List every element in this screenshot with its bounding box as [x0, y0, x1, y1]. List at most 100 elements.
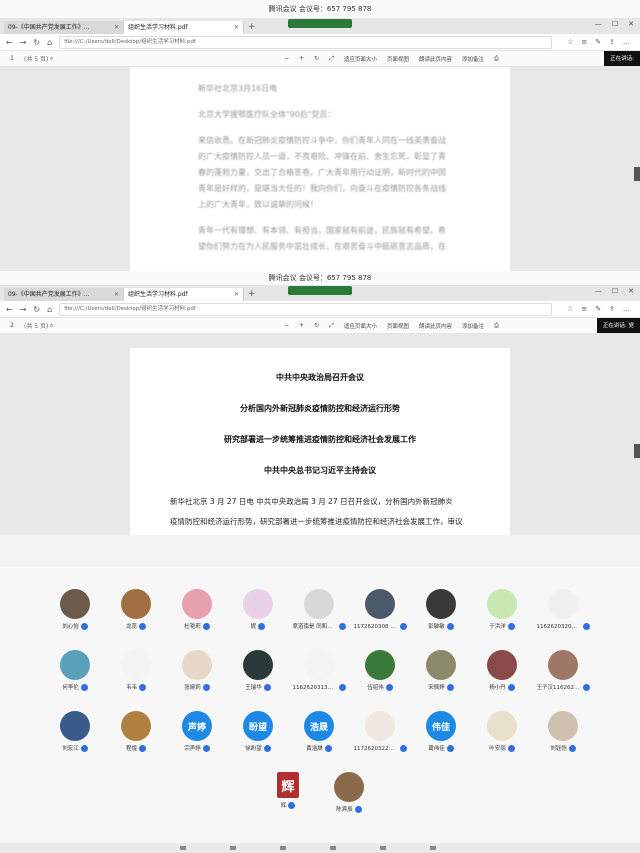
toolbar-icon[interactable] [430, 846, 436, 850]
participant-tile[interactable]: 龙蕊 [106, 589, 166, 630]
participant-tile[interactable]: 刘钰恺 [533, 711, 593, 752]
participant-name-row: 妮 [228, 622, 288, 630]
participant-tile[interactable]: 1172620322杨晶 [350, 711, 410, 752]
zoom-out-icon[interactable]: − [284, 322, 289, 329]
participant-tile[interactable]: 声婷 宗声婷 [167, 711, 227, 752]
maximize-icon[interactable]: ☐ [612, 287, 618, 295]
participant-tile[interactable]: 何李伦 [45, 650, 105, 691]
fit-icon[interactable]: ⤢ [329, 55, 334, 63]
search-icon[interactable]: ⌕ [50, 322, 53, 330]
pdf-viewer[interactable]: 新华社北京3月16日电 北京大学援鄂医疗队全体"90后"党员： 来信收悉。在新冠… [0, 67, 640, 271]
rotate-icon[interactable]: ↻ [314, 322, 319, 329]
participant-tile[interactable]: 伟佳 葛伟佳 [411, 711, 471, 752]
toolbar-icon[interactable] [380, 846, 386, 850]
url-input[interactable]: file:///C:/Users/dell/Desktop/组织生活学习材料.p… [59, 35, 553, 49]
collections-icon[interactable]: ≡ [581, 38, 587, 46]
page-number-input[interactable]: 1 [0, 55, 24, 62]
toolbar-icon[interactable] [330, 846, 336, 850]
more-icon[interactable]: … [623, 38, 630, 46]
toolbar-icon[interactable] [230, 846, 236, 850]
tab-1[interactable]: 09-《中国共产党发展工作》... ✕ [4, 288, 124, 301]
participant-tile[interactable]: 席道南是 同和力... [289, 589, 349, 630]
participant-tile[interactable]: 韦韦 [106, 650, 166, 691]
read-aloud-button[interactable]: 朗读此页内容 [419, 55, 452, 63]
close-icon[interactable]: ✕ [114, 288, 119, 301]
pdf-viewer[interactable]: 中共中央政治局召开会议 分析国内外新冠肺炎疫情防控和经济运行形势 研究部署进一步… [0, 334, 640, 535]
scrollbar-thumb[interactable] [634, 167, 640, 181]
participant-tile[interactable]: 刘心怡 [45, 589, 105, 630]
favorite-icon[interactable]: ☆ [567, 38, 573, 46]
pen-icon[interactable]: ✎ [595, 38, 601, 46]
minimize-icon[interactable]: — [595, 287, 602, 295]
participant-tile[interactable]: 宋佩婷 [411, 650, 471, 691]
participant-tile[interactable]: 张婉莉 [167, 650, 227, 691]
close-icon[interactable]: ✕ [234, 21, 239, 34]
home-icon[interactable]: ⌂ [47, 38, 52, 47]
participant-tile[interactable]: 伍绍伟 [350, 650, 410, 691]
participant-tile[interactable]: 浩晟 黄浩晟 [289, 711, 349, 752]
page-view-button[interactable]: 页面视图 [387, 322, 409, 330]
participant-tile[interactable]: 程煌 [106, 711, 166, 752]
participant-tile[interactable]: 1162620313孔... [289, 650, 349, 691]
new-tab-button[interactable]: + [248, 288, 256, 301]
back-icon[interactable]: ← [6, 38, 13, 47]
tab-2[interactable]: 组织生活学习材料.pdf ✕ [124, 288, 244, 301]
avatar [182, 650, 212, 680]
home-icon[interactable]: ⌂ [47, 305, 52, 314]
refresh-icon[interactable]: ↻ [33, 305, 40, 314]
participant-name: 妮 [250, 624, 257, 630]
close-window-icon[interactable]: ✕ [628, 20, 634, 28]
add-note-button[interactable]: 添加备注 [462, 55, 484, 63]
tab-2[interactable]: 组织生活学习材料.pdf ✕ [124, 21, 244, 34]
participant-tile[interactable]: 妮 [228, 589, 288, 630]
zoom-in-icon[interactable]: + [299, 322, 304, 329]
participant-tile[interactable]: 盼望 徐盼望 [228, 711, 288, 752]
forward-icon[interactable]: → [20, 305, 27, 314]
forward-icon[interactable]: → [20, 38, 27, 47]
participant-tile[interactable]: 陈宾辰 [319, 772, 379, 813]
scrollbar-thumb[interactable] [634, 444, 640, 458]
toolbar-icon[interactable] [180, 846, 186, 850]
page-view-button[interactable]: 页面视图 [387, 55, 409, 63]
new-tab-button[interactable]: + [248, 21, 256, 34]
participant-tile[interactable]: 1162620320南... [533, 589, 593, 630]
close-window-icon[interactable]: ✕ [628, 287, 634, 295]
participant-tile[interactable]: 刘宏江 [45, 711, 105, 752]
close-icon[interactable]: ✕ [114, 21, 119, 34]
participant-tile[interactable]: 王瑞华 [228, 650, 288, 691]
search-icon[interactable]: ⌕ [50, 55, 53, 63]
rotate-icon[interactable]: ↻ [314, 55, 319, 62]
participant-tile[interactable]: 辉辉 [258, 772, 318, 809]
fit-page-button[interactable]: 适应页面大小 [344, 55, 377, 63]
minimize-icon[interactable]: — [595, 20, 602, 28]
pen-icon[interactable]: ✎ [595, 305, 601, 313]
read-aloud-button[interactable]: 朗读此页内容 [419, 322, 452, 330]
toolbar-icon[interactable] [280, 846, 286, 850]
share-icon[interactable]: ⇪ [609, 38, 615, 46]
url-input[interactable]: file:///C:/Users/dell/Desktop/组织生活学习材料.p… [59, 302, 553, 316]
back-icon[interactable]: ← [6, 305, 13, 314]
share-icon[interactable]: ⇪ [609, 305, 615, 313]
participant-tile[interactable]: 1172620308 杨... [350, 589, 410, 630]
participant-tile[interactable]: 彭敏敏 [411, 589, 471, 630]
print-icon[interactable]: ⎙ [494, 55, 499, 63]
print-icon[interactable]: ⎙ [494, 322, 499, 330]
favorite-icon[interactable]: ☆ [567, 305, 573, 313]
add-note-button[interactable]: 添加备注 [462, 322, 484, 330]
close-icon[interactable]: ✕ [234, 288, 239, 301]
more-icon[interactable]: … [623, 305, 630, 313]
participant-tile[interactable]: 于洪洋 [472, 589, 532, 630]
participant-tile[interactable]: 王子汉1162620... [533, 650, 593, 691]
page-number-input[interactable]: 2 [0, 322, 24, 329]
participant-tile[interactable]: 杜艳莉 [167, 589, 227, 630]
fit-page-button[interactable]: 适应页面大小 [344, 322, 377, 330]
participant-tile[interactable]: 叶安丽 [472, 711, 532, 752]
collections-icon[interactable]: ≡ [581, 305, 587, 313]
refresh-icon[interactable]: ↻ [33, 38, 40, 47]
fit-icon[interactable]: ⤢ [329, 322, 334, 330]
maximize-icon[interactable]: ☐ [612, 20, 618, 28]
tab-1[interactable]: 09-《中国共产党发展工作》... ✕ [4, 21, 124, 34]
participant-tile[interactable]: 杨小丹 [472, 650, 532, 691]
zoom-out-icon[interactable]: − [284, 55, 289, 62]
zoom-in-icon[interactable]: + [299, 55, 304, 62]
